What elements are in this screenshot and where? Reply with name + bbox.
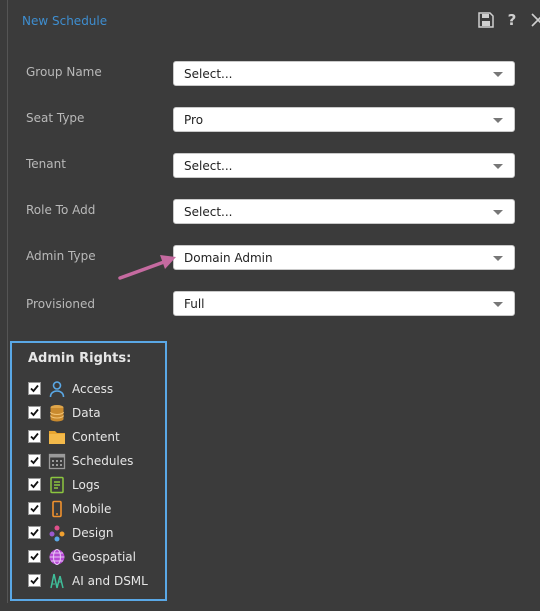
admin-right-schedules: Schedules [28, 452, 163, 470]
save-icon[interactable] [476, 10, 496, 30]
admin-right-access: Access [28, 380, 163, 398]
admin-right-label: Logs [72, 478, 100, 492]
role-to-add-dropdown[interactable]: Select... [173, 199, 515, 224]
provisioned-label: Provisioned [26, 297, 96, 311]
role-to-add-label: Role To Add [26, 203, 96, 217]
data-checkbox[interactable] [28, 406, 41, 419]
admin-right-label: Geospatial [72, 550, 136, 564]
globe-icon [49, 549, 65, 565]
admin-right-label: Data [72, 406, 101, 420]
new-schedule-dialog: New Schedule ? Group Name Select... Seat… [7, 0, 540, 603]
admin-type-label: Admin Type [26, 249, 96, 263]
admin-rights-title: Admin Rights: [28, 351, 132, 366]
database-icon [50, 405, 64, 422]
admin-right-mobile: Mobile [28, 500, 163, 518]
dropdown-value: Select... [184, 205, 233, 219]
tenant-label: Tenant [26, 157, 66, 171]
person-icon [49, 381, 65, 398]
mobile-checkbox[interactable] [28, 502, 41, 515]
admin-right-content: Content [28, 428, 163, 446]
group-name-label: Group Name [26, 65, 102, 79]
admin-right-label: Schedules [72, 454, 134, 468]
admin-rights-panel: Admin Rights: Access Data Content Schedu… [10, 341, 167, 601]
chevron-down-icon [493, 164, 503, 169]
dropdown-value: Select... [184, 159, 233, 173]
chevron-down-icon [493, 118, 503, 123]
dialog-title: New Schedule [22, 14, 108, 28]
tenant-dropdown[interactable]: Select... [173, 153, 515, 178]
logs-checkbox[interactable] [28, 478, 41, 491]
log-icon [50, 476, 64, 494]
admin-type-dropdown[interactable]: Domain Admin [173, 245, 515, 270]
admin-right-geospatial: Geospatial [28, 548, 163, 566]
annotation-arrow-icon [118, 255, 176, 280]
calendar-icon [48, 453, 66, 470]
dropdown-value: Pro [184, 113, 204, 127]
admin-right-label: AI and DSML [72, 574, 148, 588]
admin-right-label: Mobile [72, 502, 112, 516]
mobile-icon [52, 500, 62, 518]
ai-icon [50, 573, 64, 589]
admin-right-label: Access [72, 382, 114, 396]
chevron-down-icon [493, 302, 503, 307]
geospatial-checkbox[interactable] [28, 550, 41, 563]
admin-right-logs: Logs [28, 476, 163, 494]
group-name-dropdown[interactable]: Select... [173, 61, 515, 86]
folder-icon [49, 431, 65, 444]
dropdown-value: Domain Admin [184, 251, 273, 265]
chevron-down-icon [493, 210, 503, 215]
palette-icon [49, 525, 65, 542]
close-icon[interactable] [528, 10, 540, 30]
content-checkbox[interactable] [28, 430, 41, 443]
provisioned-dropdown[interactable]: Full [173, 291, 515, 316]
access-checkbox[interactable] [28, 382, 41, 395]
admin-right-label: Content [72, 430, 120, 444]
admin-right-data: Data [28, 404, 163, 422]
admin-right-ai-and-dsml: AI and DSML [28, 572, 163, 590]
chevron-down-icon [493, 256, 503, 261]
chevron-down-icon [493, 72, 503, 77]
dropdown-value: Full [184, 297, 205, 311]
design-checkbox[interactable] [28, 526, 41, 539]
help-icon[interactable]: ? [502, 10, 522, 30]
dropdown-value: Select... [184, 67, 233, 81]
seat-type-label: Seat Type [26, 111, 85, 125]
schedules-checkbox[interactable] [28, 454, 41, 467]
admin-right-label: Design [72, 526, 114, 540]
admin-right-design: Design [28, 524, 163, 542]
seat-type-dropdown[interactable]: Pro [173, 107, 515, 132]
ai-and-dsml-checkbox[interactable] [28, 574, 41, 587]
